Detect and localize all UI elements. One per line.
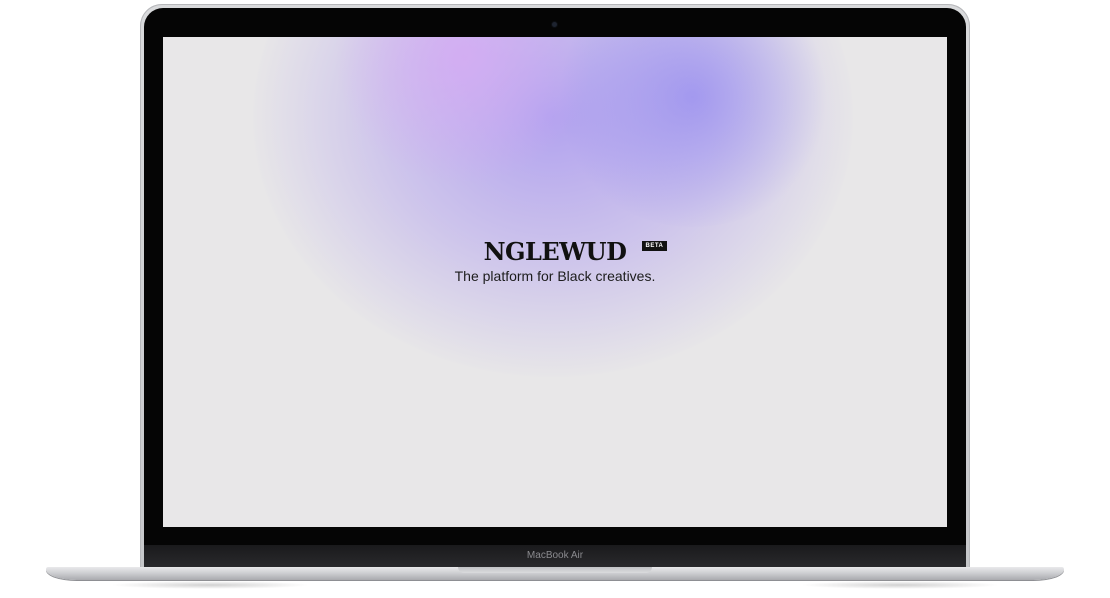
background-gradient-violet bbox=[553, 37, 833, 227]
logo-lockup[interactable]: NGLEWUD BETA bbox=[484, 237, 668, 267]
hinge: MacBook Air bbox=[144, 545, 966, 568]
tagline: The platform for Black creatives. bbox=[454, 268, 656, 284]
base-shadow-left bbox=[110, 581, 310, 589]
base-notch bbox=[458, 567, 652, 573]
screen: NGLEWUD BETA The platform for Black crea… bbox=[163, 37, 947, 527]
camera-icon bbox=[552, 22, 557, 27]
device-label: MacBook Air bbox=[526, 550, 584, 561]
background-gradient bbox=[253, 37, 853, 377]
hero: NGLEWUD BETA The platform for Black crea… bbox=[163, 237, 947, 285]
device-mockup: NGLEWUD BETA The platform for Black crea… bbox=[0, 0, 1110, 598]
beta-badge: BETA bbox=[641, 241, 668, 251]
logo-wordmark[interactable]: NGLEWUD bbox=[484, 237, 627, 266]
base-shadow-right bbox=[800, 581, 1000, 589]
background-gradient-pink bbox=[333, 37, 593, 187]
laptop-base bbox=[46, 567, 1064, 580]
